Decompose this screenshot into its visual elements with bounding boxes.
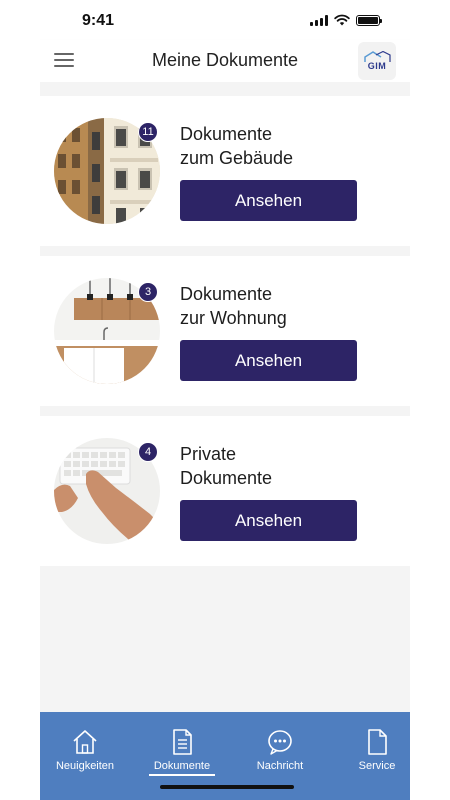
card-title-line1: Private: [180, 444, 237, 464]
card-title-line2: Dokumente: [180, 468, 273, 488]
card-title-line1: Dokumente: [180, 284, 273, 304]
card-private-documents: 4 Private Dokumente Ansehen: [40, 416, 410, 566]
active-tab-indicator: [149, 774, 215, 776]
file-icon: [368, 729, 387, 755]
card-apartment-documents: 3 Dokumente zur Wohnung Ansehen: [40, 256, 410, 406]
card-title: Dokumente zur Wohnung: [180, 282, 380, 330]
card-building-documents: 11 Dokumente zum Gebäude Ansehen: [40, 96, 410, 246]
chat-bubble-icon: [268, 730, 292, 755]
tab-label: Dokumente: [153, 760, 211, 772]
card-title-line2: zur Wohnung: [180, 308, 287, 328]
document-count-badge: 11: [138, 122, 158, 142]
document-icon: [173, 729, 192, 755]
document-count-badge: 3: [138, 282, 158, 302]
tab-service[interactable]: Service: [337, 728, 410, 772]
tab-label: Nachricht: [256, 760, 304, 772]
view-private-documents-button[interactable]: Ansehen: [180, 500, 357, 541]
home-icon: [73, 730, 97, 754]
card-title: Dokumente zum Gebäude: [180, 122, 380, 170]
view-building-documents-button[interactable]: Ansehen: [180, 180, 357, 221]
card-title-line1: Dokumente: [180, 124, 273, 144]
document-list: 11 Dokumente zum Gebäude Ansehen 3 Dokum…: [40, 82, 410, 712]
phone-screen: 9:41 Meine Dokumente GIM 11 Dokumente zu…: [40, 0, 410, 800]
app-header: Meine Dokumente GIM: [40, 40, 410, 82]
tab-nachricht[interactable]: Nachricht: [240, 728, 320, 772]
tab-dokumente[interactable]: Dokumente: [142, 728, 222, 772]
card-title-line2: zum Gebäude: [180, 148, 294, 168]
tab-label: Neuigkeiten: [55, 760, 115, 772]
status-time: 9:41: [82, 12, 115, 29]
signal-icon: [310, 14, 328, 26]
tab-label: Service: [358, 760, 396, 772]
logo-text: GIM: [367, 61, 387, 71]
tab-neuigkeiten[interactable]: Neuigkeiten: [45, 728, 125, 772]
home-indicator: [160, 785, 294, 789]
battery-icon: [356, 14, 382, 26]
logo[interactable]: GIM: [358, 42, 396, 80]
card-title: Private Dokumente: [180, 442, 380, 490]
view-apartment-documents-button[interactable]: Ansehen: [180, 340, 357, 381]
status-bar: 9:41: [40, 0, 410, 40]
document-count-badge: 4: [138, 442, 158, 462]
page-title: Meine Dokumente: [151, 50, 299, 70]
status-icons: [310, 14, 382, 26]
wifi-icon: [334, 14, 350, 26]
